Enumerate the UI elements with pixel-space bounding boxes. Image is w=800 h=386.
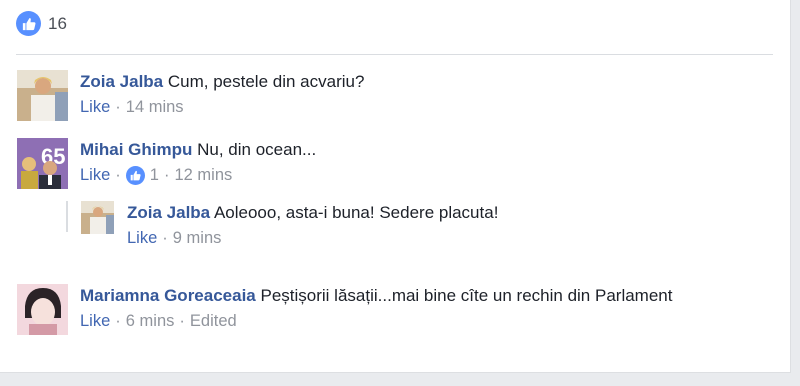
comment-text: Nu, din ocean... — [197, 140, 317, 159]
comment-timestamp[interactable]: 12 mins — [174, 166, 232, 185]
like-link[interactable]: Like — [80, 98, 110, 117]
comment: 65 Mihai Ghimpu Nu, din ocean... Like · … — [17, 138, 316, 189]
separator: · — [115, 166, 121, 184]
separator: · — [115, 312, 121, 330]
reactions-summary[interactable]: 16 — [16, 11, 67, 36]
divider — [16, 54, 773, 55]
comments-panel: 16 Zoia Jalba Cum, pestele din acvariu? … — [0, 0, 791, 373]
avatar[interactable] — [81, 201, 114, 234]
separator: · — [162, 229, 168, 247]
comment-timestamp[interactable]: 9 mins — [173, 229, 222, 248]
like-link[interactable]: Like — [80, 166, 110, 185]
comment-text: Cum, pestele din acvariu? — [167, 72, 365, 91]
comment-timestamp[interactable]: 6 mins — [126, 312, 175, 331]
edited-label[interactable]: Edited — [190, 312, 237, 331]
comment-author[interactable]: Zoia Jalba — [127, 203, 210, 222]
separator: · — [179, 312, 185, 330]
comment-text: Peștișorii lăsații...mai bine cîte un re… — [260, 286, 673, 305]
reply-comment: Zoia Jalba Aoleooo, asta-i buna! Sedere … — [81, 201, 498, 248]
separator: · — [163, 166, 170, 184]
comment-text: Aoleooo, asta-i buna! Sedere placuta! — [213, 203, 499, 222]
reply-thread-line — [66, 201, 68, 232]
avatar[interactable] — [17, 284, 68, 335]
like-icon — [16, 11, 41, 36]
like-link[interactable]: Like — [127, 229, 157, 248]
like-icon[interactable] — [125, 166, 145, 185]
like-link[interactable]: Like — [80, 312, 110, 331]
comment-timestamp[interactable]: 14 mins — [126, 98, 184, 117]
comment-author[interactable]: Mariamna Goreaceaia — [80, 286, 256, 305]
reaction-count[interactable]: 1 — [150, 166, 159, 185]
comment-author[interactable]: Zoia Jalba — [80, 72, 163, 91]
avatar[interactable]: 65 — [17, 138, 68, 189]
comment: Zoia Jalba Cum, pestele din acvariu? Lik… — [17, 70, 364, 121]
comment-author[interactable]: Mihai Ghimpu — [80, 140, 192, 159]
reaction-count: 16 — [48, 13, 67, 33]
avatar[interactable] — [17, 70, 68, 121]
comment: Mariamna Goreaceaia Peștișorii lăsații..… — [17, 284, 700, 335]
separator: · — [115, 98, 121, 116]
